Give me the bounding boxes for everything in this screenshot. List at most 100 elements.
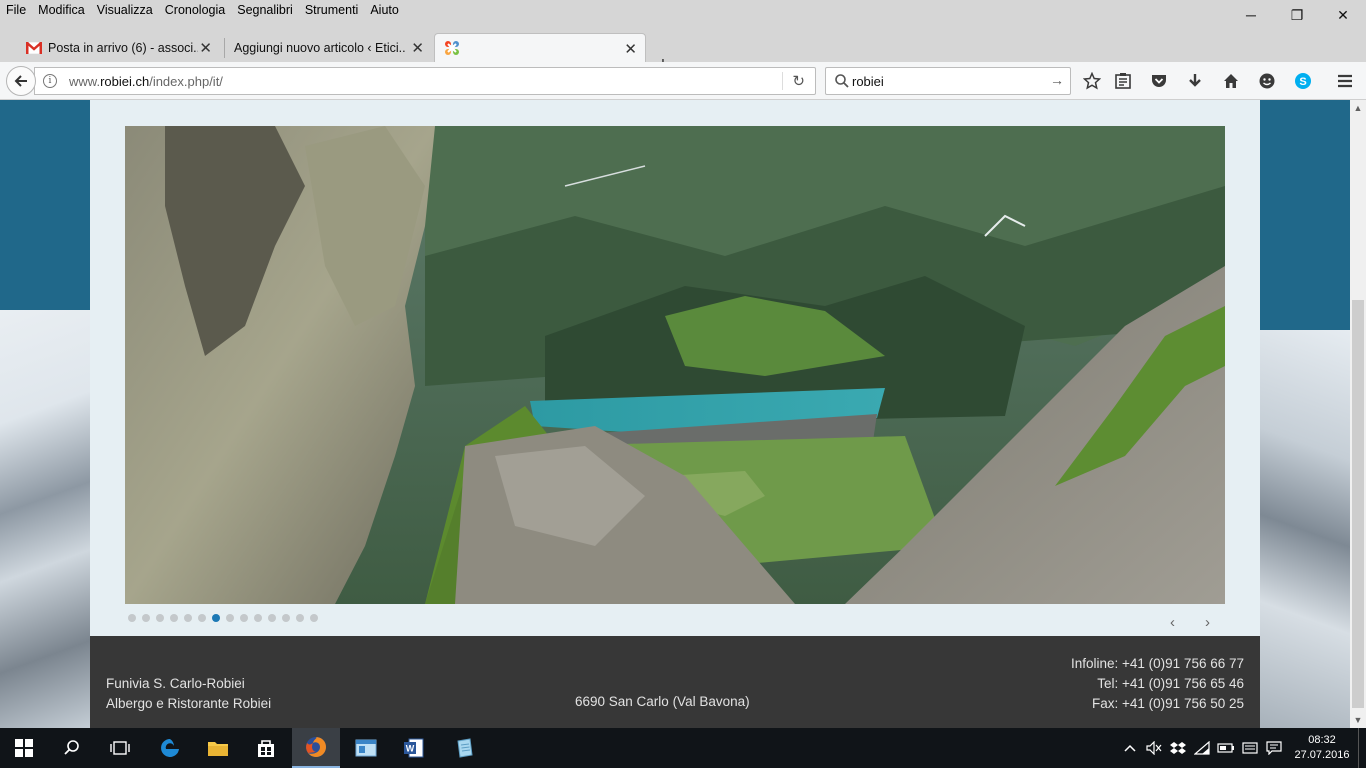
slideshow-image[interactable] xyxy=(125,126,1225,604)
home-icon[interactable] xyxy=(1220,70,1242,92)
show-desktop-button[interactable] xyxy=(1358,728,1366,768)
taskbar-word[interactable]: W xyxy=(390,728,438,768)
slide-dot[interactable] xyxy=(198,614,206,622)
footer-fax: Fax: +41 (0)91 756 50 25 xyxy=(1092,696,1244,711)
battery-icon[interactable] xyxy=(1214,728,1238,768)
menu-file[interactable]: File xyxy=(0,0,32,20)
menu-segnalibri[interactable]: Segnalibri xyxy=(231,0,299,20)
search-icon xyxy=(835,74,849,88)
task-view-button[interactable] xyxy=(96,728,144,768)
url-prefix: www. xyxy=(69,74,101,89)
taskbar-file-explorer[interactable] xyxy=(194,728,242,768)
clock-time: 08:32 xyxy=(1308,734,1336,746)
downloads-icon[interactable] xyxy=(1184,70,1206,92)
background-mountain-image xyxy=(1250,330,1350,728)
footer-albergo: Albergo e Ristorante Robiei xyxy=(106,696,272,711)
slide-dot[interactable] xyxy=(128,614,136,622)
tab-robiei-active[interactable]: ✕ xyxy=(434,33,646,62)
background-mountain-image xyxy=(0,310,100,728)
hello-chat-icon[interactable] xyxy=(1256,70,1278,92)
hamburger-menu-icon[interactable] xyxy=(1334,70,1356,92)
dropbox-icon[interactable] xyxy=(1166,728,1190,768)
back-button[interactable] xyxy=(6,66,36,96)
notepad-icon xyxy=(457,738,473,758)
search-go-icon[interactable]: → xyxy=(1050,72,1064,88)
slide-dot[interactable] xyxy=(240,614,248,622)
reload-icon[interactable]: ↻ xyxy=(792,72,805,90)
taskbar-app[interactable] xyxy=(342,728,390,768)
tab-title: Aggiungi nuovo articolo ‹ Etici... xyxy=(234,40,406,55)
tab-gmail[interactable]: Posta in arrivo (6) - associ... ✕ xyxy=(18,33,220,62)
slide-dot[interactable] xyxy=(282,614,290,622)
taskbar-firefox[interactable] xyxy=(292,728,340,768)
search-icon xyxy=(64,740,79,755)
close-tab-icon[interactable]: ✕ xyxy=(411,39,424,57)
menu-modifica[interactable]: Modifica xyxy=(32,0,91,20)
search-bar[interactable]: robiei → xyxy=(825,67,1071,95)
footer-address: 6690 San Carlo (Val Bavona) xyxy=(575,694,750,709)
action-center-icon[interactable] xyxy=(1262,728,1286,768)
taskbar-clock[interactable]: 08:32 27.07.2016 xyxy=(1286,733,1358,763)
footer-tel: Tel: +41 (0)91 756 65 46 xyxy=(1097,676,1244,691)
site-info-icon[interactable]: i xyxy=(43,74,57,88)
menu-cronologia[interactable]: Cronologia xyxy=(159,0,231,20)
reading-list-icon[interactable] xyxy=(1112,70,1134,92)
page-footer: Funivia S. Carlo-Robiei Albergo e Ristor… xyxy=(90,636,1260,728)
pocket-icon[interactable] xyxy=(1148,70,1170,92)
folder-icon xyxy=(208,742,228,756)
footer-company: Funivia S. Carlo-Robiei Albergo e Ristor… xyxy=(106,674,271,714)
menu-bar: File Modifica Visualizza Cronologia Segn… xyxy=(0,0,1366,20)
skype-icon[interactable]: S xyxy=(1292,70,1314,92)
search-input[interactable]: robiei xyxy=(852,74,884,89)
slide-dot[interactable] xyxy=(184,614,192,622)
scrollbar-thumb[interactable] xyxy=(1352,300,1364,708)
slide-dot[interactable] xyxy=(170,614,178,622)
close-tab-icon[interactable]: ✕ xyxy=(624,40,637,58)
slide-dot[interactable] xyxy=(296,614,304,622)
slide-dot[interactable] xyxy=(254,614,262,622)
system-tray: 08:32 27.07.2016 xyxy=(1118,728,1366,768)
search-taskbar-button[interactable] xyxy=(48,728,96,768)
menu-strumenti[interactable]: Strumenti xyxy=(299,0,365,20)
tab-wordpress[interactable]: Aggiungi nuovo articolo ‹ Etici... ✕ xyxy=(226,33,432,62)
word-icon: W xyxy=(404,738,424,758)
taskbar-notepad[interactable] xyxy=(440,728,488,768)
joomla-icon xyxy=(443,39,461,57)
window-app-icon xyxy=(355,739,377,757)
slide-dot[interactable] xyxy=(226,614,234,622)
url-text[interactable]: www.robiei.ch/index.php/it/ xyxy=(69,74,223,89)
slide-dot[interactable] xyxy=(142,614,150,622)
tab-separator xyxy=(224,38,225,58)
svg-text:S: S xyxy=(1299,76,1306,88)
bookmark-star-icon[interactable] xyxy=(1081,70,1103,92)
svg-text:W: W xyxy=(406,744,415,754)
slide-dot[interactable] xyxy=(156,614,164,622)
footer-infoline: Infoline: +41 (0)91 756 66 77 xyxy=(1070,656,1244,671)
gmail-icon xyxy=(25,40,43,54)
footer-funivia: Funivia S. Carlo-Robiei xyxy=(106,676,245,691)
taskbar-edge[interactable] xyxy=(146,728,194,768)
taskbar-store[interactable] xyxy=(242,728,290,768)
slide-dot[interactable] xyxy=(310,614,318,622)
slideshow-prev-button[interactable]: ‹ xyxy=(1170,614,1175,631)
network-icon[interactable] xyxy=(1190,728,1214,768)
tab-bar: Posta in arrivo (6) - associ... ✕ Aggiun… xyxy=(0,20,1366,76)
menu-visualizza[interactable]: Visualizza xyxy=(91,0,159,20)
close-tab-icon[interactable]: ✕ xyxy=(199,39,212,57)
windows-logo-icon xyxy=(15,739,33,757)
volume-muted-icon[interactable] xyxy=(1142,728,1166,768)
menu-aiuto[interactable]: Aiuto xyxy=(364,0,405,20)
start-button[interactable] xyxy=(0,728,48,768)
scroll-down-arrow-icon[interactable]: ▼ xyxy=(1350,712,1366,728)
scroll-up-arrow-icon[interactable]: ▲ xyxy=(1350,100,1366,116)
slideshow-next-button[interactable]: › xyxy=(1205,614,1210,631)
web-page-content: ‹ › Funivia S. Carlo-Robiei Albergo e Ri… xyxy=(0,100,1350,728)
slide-dot[interactable] xyxy=(268,614,276,622)
input-language-icon[interactable] xyxy=(1238,728,1262,768)
clock-date: 27.07.2016 xyxy=(1294,749,1350,761)
slide-dot-active[interactable] xyxy=(212,614,220,622)
vertical-scrollbar[interactable]: ▲ ▼ xyxy=(1350,100,1366,728)
tab-title: Posta in arrivo (6) - associ... xyxy=(48,40,198,55)
chevron-up-icon[interactable] xyxy=(1118,728,1142,768)
url-bar[interactable]: i www.robiei.ch/index.php/it/ ↻ xyxy=(34,67,816,95)
